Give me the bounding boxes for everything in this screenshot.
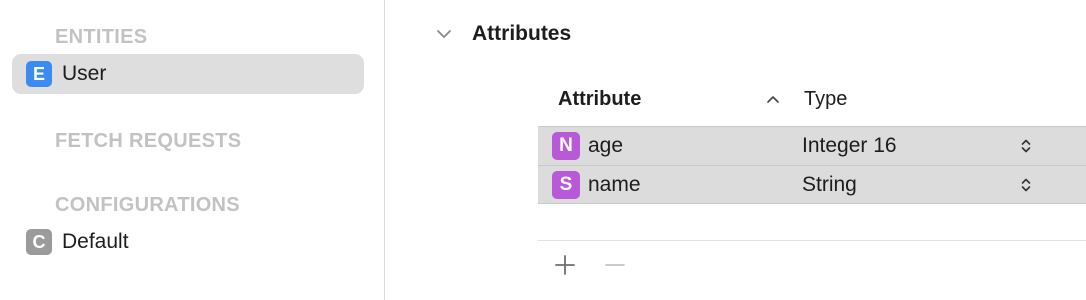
column-header-type[interactable]: Type [804,88,847,111]
sort-ascending-icon[interactable] [766,94,780,104]
attribute-type-badge-icon: N [552,132,580,160]
table-row[interactable]: S name String [538,165,1086,203]
attributes-table: Attribute Type N age Integer 16 S name S… [538,86,1086,204]
sidebar-item-default-configuration[interactable]: C Default [12,222,364,262]
table-header: Attribute Type [538,86,1086,120]
sidebar-item-user-entity[interactable]: E User [12,54,364,94]
column-header-attribute[interactable]: Attribute [558,88,641,111]
table-footer-divider [538,240,1086,241]
attribute-type-select[interactable]: Integer 16 [802,134,897,158]
section-title: Attributes [472,22,572,45]
entities-header: ENTITIES [55,26,148,48]
table-row[interactable]: N age Integer 16 [538,127,1086,165]
sidebar-item-label: User [62,62,107,85]
plus-icon[interactable] [554,254,576,276]
configuration-badge-icon: C [26,229,52,255]
sidebar-item-label: Default [62,230,129,253]
attribute-name[interactable]: age [588,134,623,158]
entity-badge-icon: E [26,61,52,87]
chevron-down-icon[interactable] [436,26,452,42]
fetch-requests-header: FETCH REQUESTS [55,130,242,152]
attribute-type-badge-icon: S [552,171,580,199]
editor-main: Attributes Attribute Type N age Integer … [386,0,1086,300]
minus-icon[interactable] [604,254,626,276]
attribute-rows: N age Integer 16 S name String [538,126,1086,204]
attribute-type-select[interactable]: String [802,173,857,197]
popup-stepper-icon[interactable] [1020,176,1032,194]
attribute-name[interactable]: name [588,173,641,197]
sidebar: ENTITIES E User FETCH REQUESTS CONFIGURA… [0,0,385,300]
configurations-header: CONFIGURATIONS [55,194,240,216]
popup-stepper-icon[interactable] [1020,137,1032,155]
